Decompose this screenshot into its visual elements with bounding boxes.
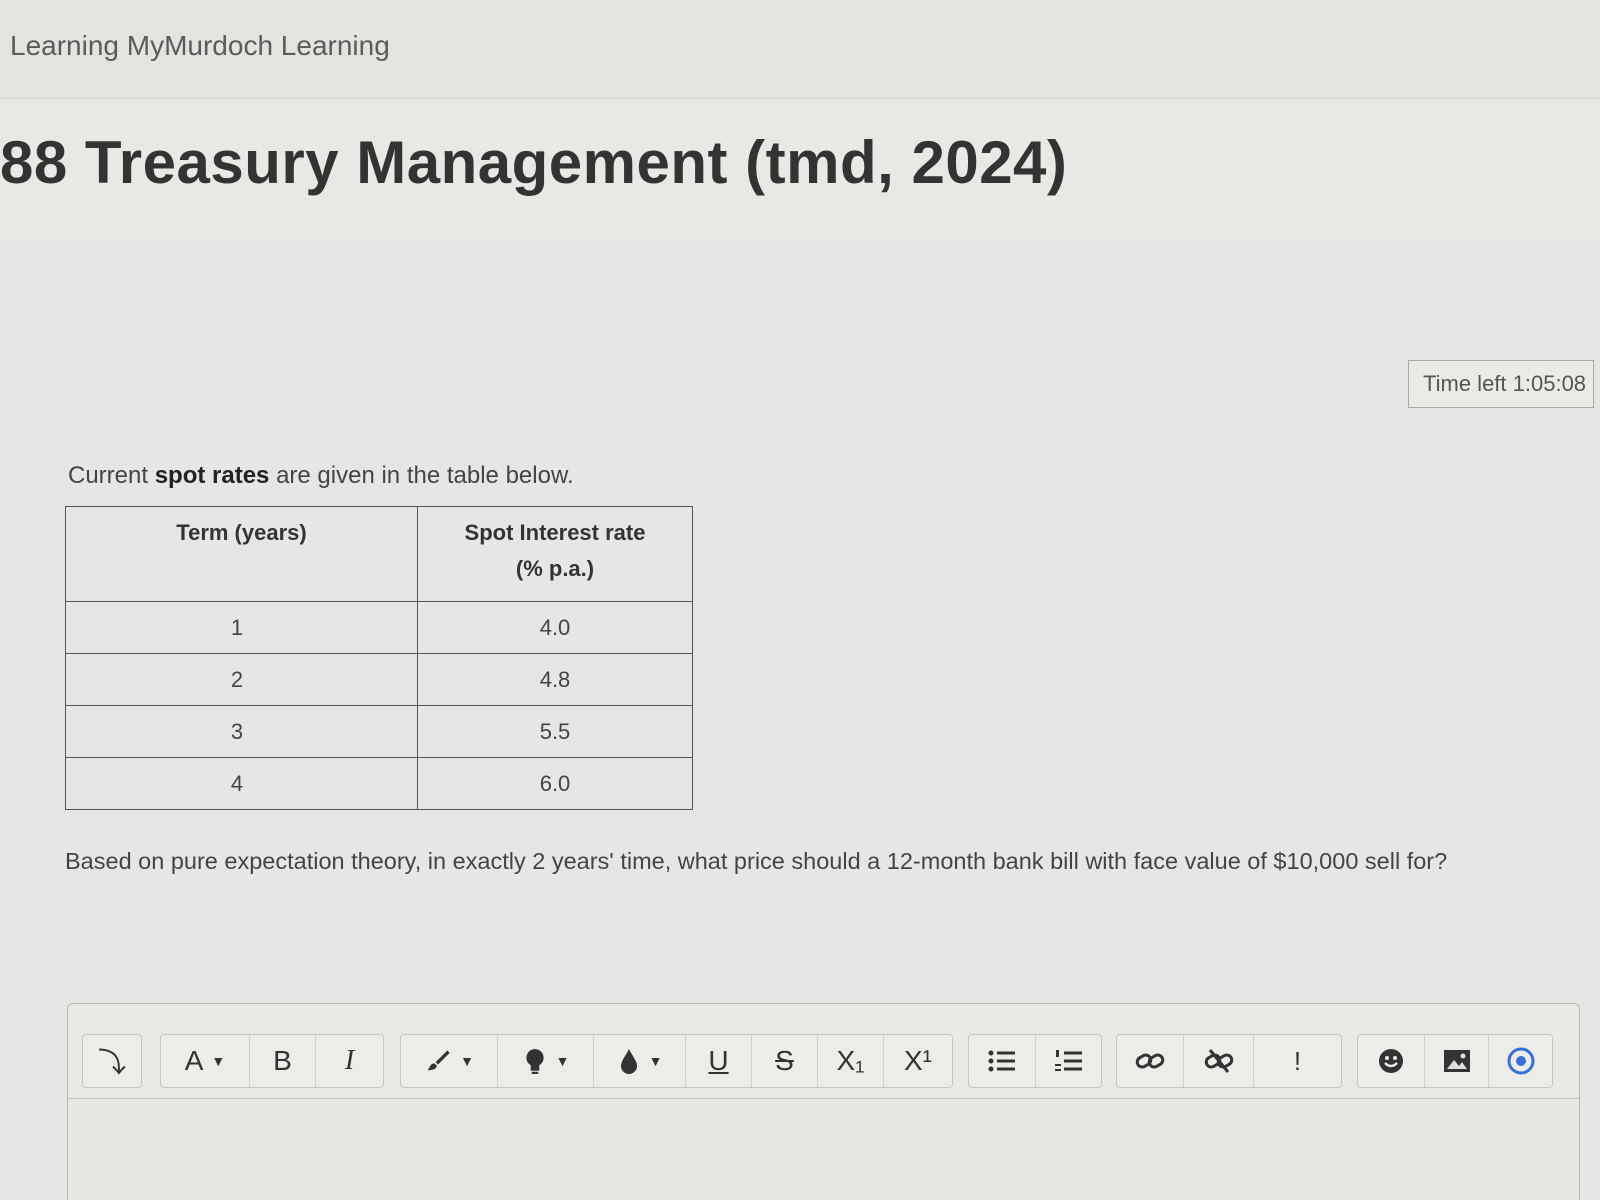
chevron-down-icon: ▼: [211, 1053, 226, 1069]
font-size-button[interactable]: A ▼: [161, 1035, 249, 1087]
toolbar-group-style: ▼ ▼ ▼ U S X₁ X¹: [400, 1034, 953, 1088]
table-row: 1 4.0: [65, 601, 693, 654]
table-header-row: Term (years) Spot Interest rate (% p.a.): [65, 506, 693, 602]
table-header-term: Term (years): [65, 506, 418, 602]
toolbar-group-collapse: ⤵: [82, 1034, 142, 1088]
bold-icon: B: [273, 1045, 292, 1076]
subscript-icon: X₁: [836, 1045, 865, 1076]
chevron-down-icon: ▼: [460, 1053, 474, 1069]
table-row: 2 4.8: [65, 653, 693, 706]
emoji-icon: [1379, 1049, 1403, 1073]
term-cell: 2: [65, 653, 418, 706]
rate-cell: 5.5: [417, 705, 693, 758]
rate-cell: 6.0: [417, 757, 693, 810]
text-color-button[interactable]: ▼: [593, 1035, 685, 1087]
link-button[interactable]: [1117, 1035, 1183, 1087]
spot-rate-table: Term (years) Spot Interest rate (% p.a.) …: [65, 506, 693, 810]
highlight-button[interactable]: ▼: [497, 1035, 593, 1087]
font-size-icon: A: [184, 1045, 204, 1076]
exclamation-icon: !: [1293, 1045, 1302, 1076]
course-title: 88 Treasury Management (tmd, 2024): [0, 129, 1068, 196]
table-header-rate: Spot Interest rate (% p.a.): [417, 506, 693, 602]
term-cell: 3: [65, 705, 418, 758]
question-intro: Current spot rates are given in the tabl…: [68, 462, 574, 490]
toolbar-group-links: !: [1116, 1034, 1342, 1088]
underline-button[interactable]: U: [685, 1035, 751, 1087]
table-row: 4 6.0: [65, 757, 693, 810]
numbered-list-icon: [1054, 1050, 1082, 1071]
bullet-list-button[interactable]: [969, 1035, 1035, 1087]
question-prompt: Based on pure expectation theory, in exa…: [65, 848, 1448, 874]
rate-cell: 4.8: [417, 653, 693, 706]
chevron-down-icon: ▼: [555, 1053, 570, 1069]
italic-icon: I: [344, 1045, 355, 1076]
superscript-icon: X¹: [904, 1045, 932, 1076]
paragraph-style-button[interactable]: ▼: [401, 1035, 497, 1087]
insert-image-button[interactable]: [1424, 1035, 1488, 1087]
toolbar-group-text: A ▼ B I: [160, 1034, 384, 1088]
toolbar-group-lists: [968, 1034, 1102, 1088]
italic-button[interactable]: I: [315, 1035, 383, 1087]
intro-suffix: are given in the table below.: [269, 462, 574, 489]
rate-cell: 4.0: [417, 601, 693, 654]
arrow-down-icon: ⤵: [97, 1047, 126, 1078]
link-icon: [1135, 1053, 1165, 1069]
site-title[interactable]: Learning MyMurdoch Learning: [10, 30, 390, 62]
droplet-icon: [620, 1049, 637, 1074]
lightbulb-icon: [525, 1049, 544, 1074]
bold-button[interactable]: B: [249, 1035, 315, 1087]
paintbrush-icon: [427, 1050, 450, 1071]
quiz-timer: Time left 1:05:08: [1408, 360, 1594, 408]
editor-toolbar: ⤵ A ▼ B I ▼ ▼ ▼ U S X₁ X¹ !: [68, 1004, 1579, 1099]
answer-editor: ⤵ A ▼ B I ▼ ▼ ▼ U S X₁ X¹ !: [67, 1003, 1580, 1200]
unlink-button[interactable]: [1183, 1035, 1253, 1087]
record-icon: [1507, 1047, 1534, 1075]
strikethrough-icon: S: [775, 1045, 794, 1076]
subscript-button[interactable]: X₁: [817, 1035, 883, 1087]
accessibility-checker-button[interactable]: !: [1253, 1035, 1341, 1087]
underline-icon: U: [708, 1045, 729, 1076]
intro-prefix: Current: [68, 462, 155, 489]
intro-bold: spot rates: [154, 462, 270, 489]
record-media-button[interactable]: [1488, 1035, 1552, 1087]
answer-text-area[interactable]: [68, 1099, 1579, 1200]
numbered-list-button[interactable]: [1035, 1035, 1101, 1087]
toolbar-group-media: [1357, 1034, 1553, 1088]
rate-header-line2: (% p.a.): [515, 556, 595, 581]
superscript-button[interactable]: X¹: [883, 1035, 952, 1087]
strikethrough-button[interactable]: S: [751, 1035, 817, 1087]
unlink-icon: [1204, 1049, 1233, 1073]
rate-header-line1: Spot Interest rate: [464, 520, 646, 545]
bullet-list-icon: [988, 1050, 1015, 1072]
top-navigation-bar: Learning MyMurdoch Learning: [0, 0, 1600, 99]
term-cell: 4: [65, 757, 418, 810]
term-cell: 1: [65, 601, 418, 654]
chevron-down-icon: ▼: [648, 1053, 663, 1069]
emoji-button[interactable]: [1358, 1035, 1424, 1087]
table-row: 3 5.5: [65, 705, 693, 758]
collapse-toolbar-button[interactable]: ⤵: [83, 1035, 141, 1087]
image-icon: [1443, 1050, 1470, 1072]
